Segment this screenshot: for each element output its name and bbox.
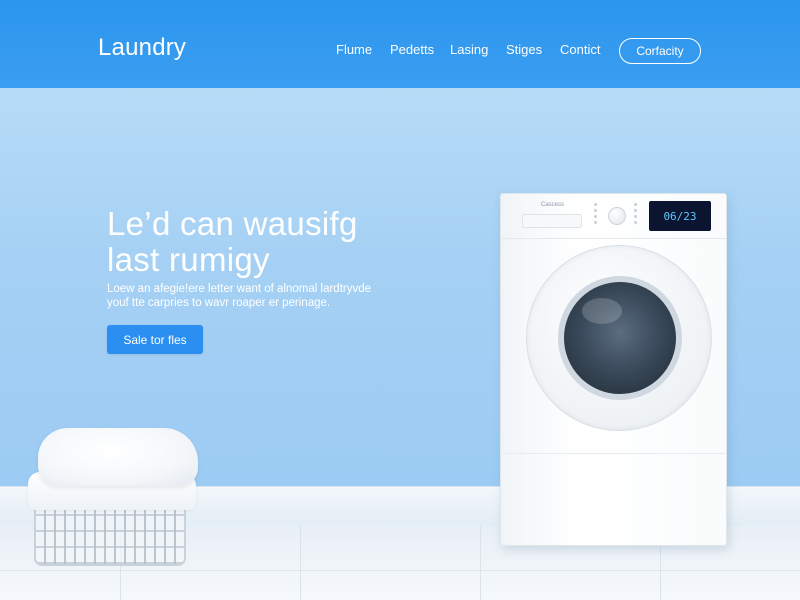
washer-control-panel: Cascess 06/23	[500, 193, 727, 239]
washer-display: 06/23	[649, 201, 711, 231]
brand-logo-text[interactable]: Laundry	[98, 34, 186, 62]
top-navigation-bar: Laundry Flume Pedetts Lasing Stiges Cont…	[0, 0, 800, 88]
washer-door	[526, 245, 712, 431]
washer-door-glass	[558, 276, 682, 400]
washer-panel-line	[500, 453, 727, 454]
detergent-drawer	[522, 214, 582, 228]
nav-item-pedetts[interactable]: Pedetts	[390, 42, 434, 57]
hero-subtitle-line-2: youf tte carpries to wavr roaper er peri…	[107, 297, 331, 309]
folded-towels-top	[38, 428, 198, 486]
hero-title-line-1: Le’d can wausifg	[107, 205, 358, 242]
laundry-basket-image	[28, 428, 204, 570]
washer-brand-label: Cascess	[541, 202, 565, 208]
washing-machine-image: Cascess 06/23	[500, 193, 727, 546]
program-indicator-dots	[594, 203, 602, 231]
hero-subtitle: Loew an afegie!ere letter want of alnoma…	[107, 282, 407, 310]
nav-item-contict[interactable]: Contict	[560, 42, 600, 57]
hero-title-line-2: last rumigy	[107, 241, 270, 278]
nav-item-stiges[interactable]: Stiges	[506, 42, 542, 57]
hero-title: Le’d can wausifg last rumigy	[107, 206, 467, 278]
program-indicator-dots-right	[634, 203, 642, 231]
hero-cta-button[interactable]: Sale tor fles	[107, 325, 203, 354]
header-cta-button[interactable]: Corfacity	[619, 38, 701, 64]
hero-subtitle-line-1: Loew an afegie!ere letter want of alnoma…	[107, 283, 372, 295]
nav-item-flume[interactable]: Flume	[336, 42, 372, 57]
nav-item-lasing[interactable]: Lasing	[450, 42, 488, 57]
program-knob-icon	[608, 207, 626, 225]
